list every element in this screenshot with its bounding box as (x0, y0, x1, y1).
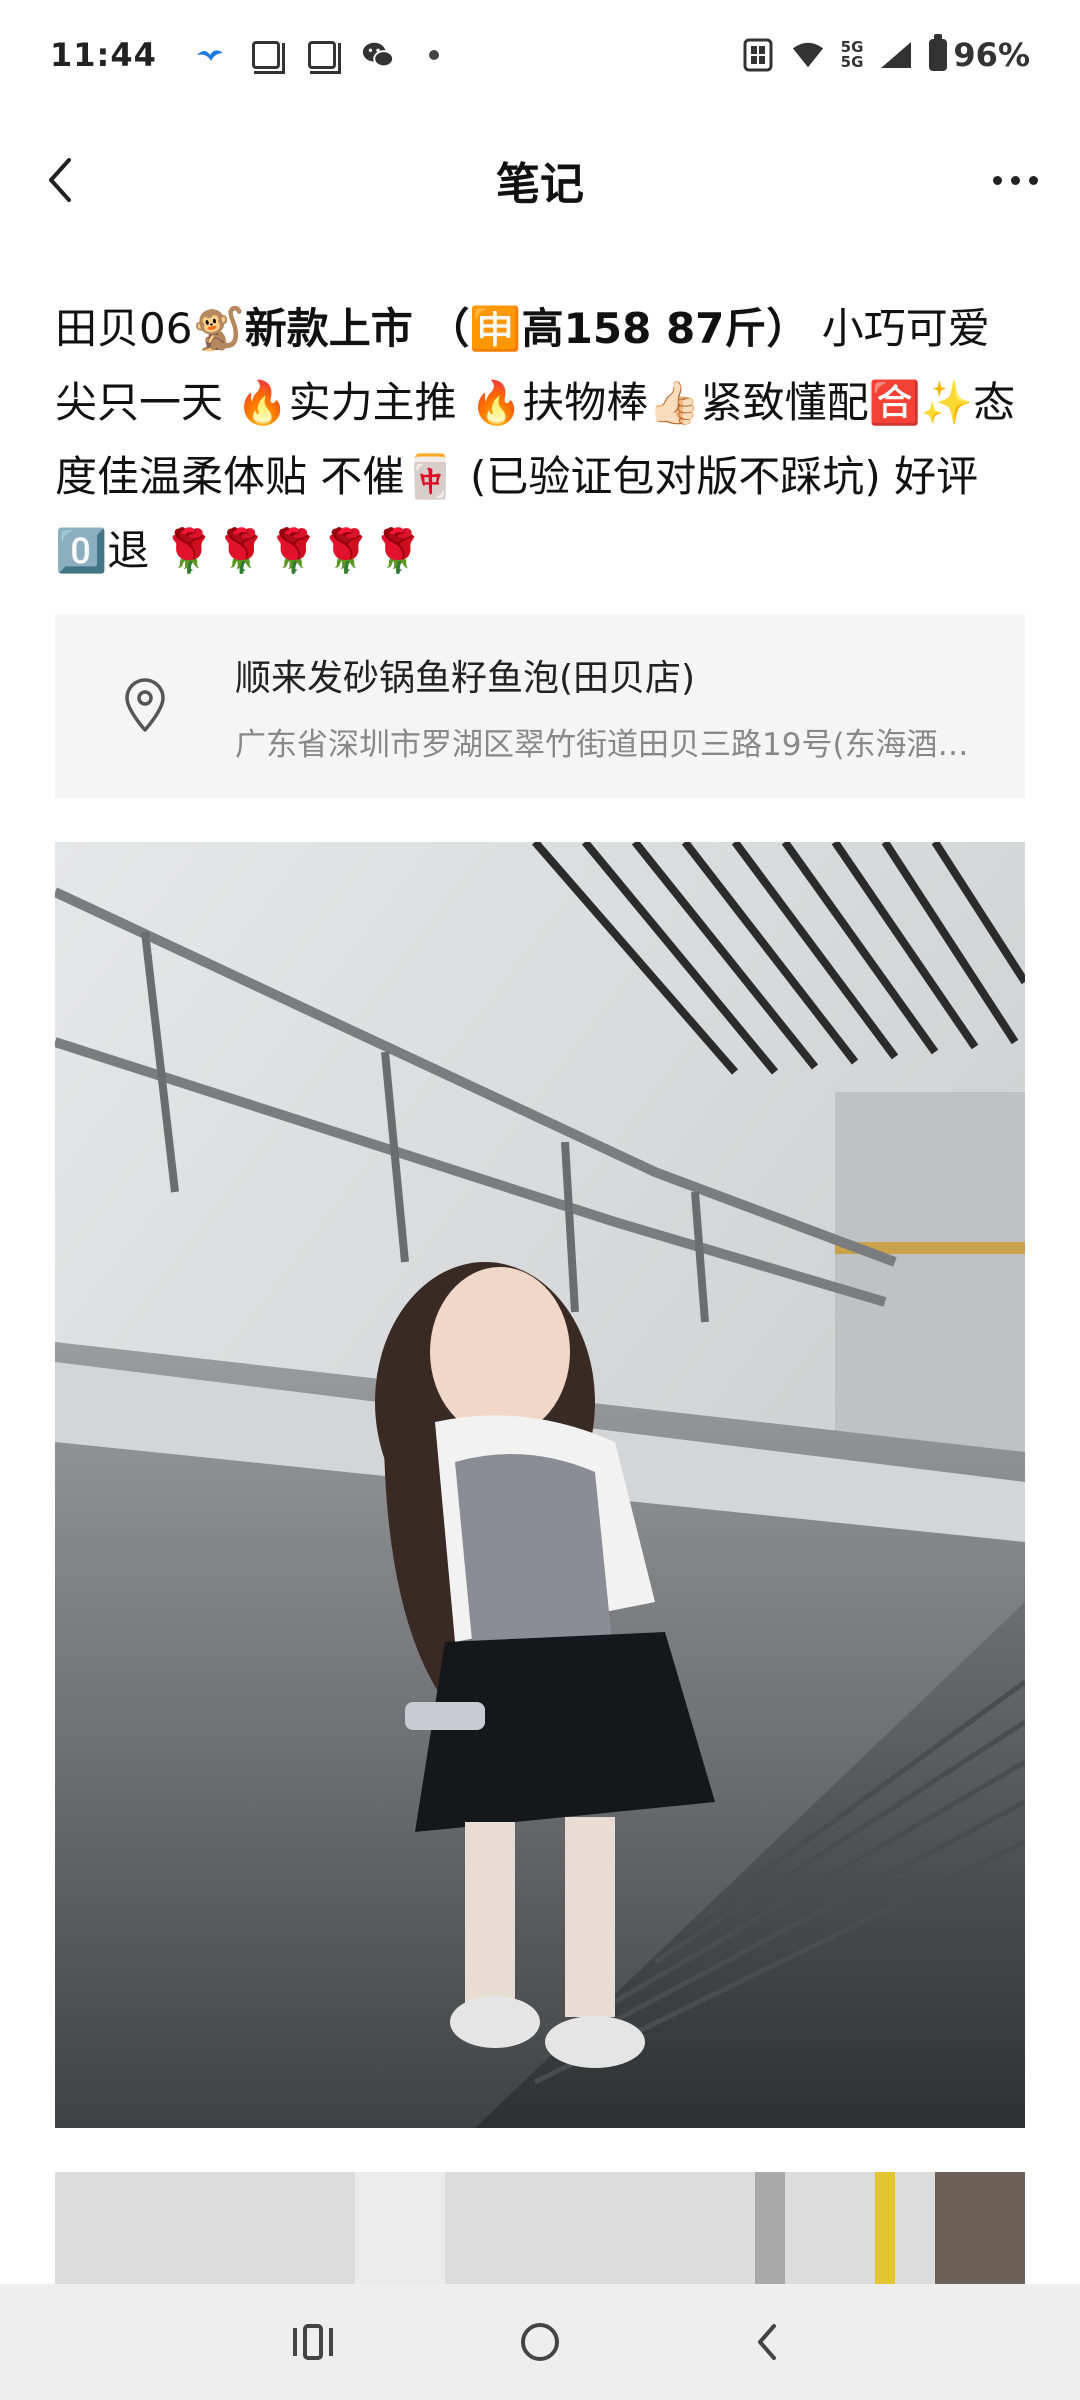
recent-apps-button[interactable] (268, 2302, 358, 2382)
dot-icon (417, 38, 451, 72)
back-icon (757, 2324, 776, 2360)
wifi-icon (791, 38, 825, 72)
home-icon (520, 2323, 559, 2361)
wechat-icon (361, 38, 395, 72)
system-back-button[interactable] (722, 2302, 812, 2382)
battery-icon (929, 34, 948, 71)
location-info: 顺来发砂锅鱼籽鱼泡(田贝店) 广东省深圳市罗湖区翠竹街道田贝三路19号(东海酒… (235, 649, 1005, 764)
location-name: 顺来发砂锅鱼籽鱼泡(田贝店) (235, 657, 696, 699)
copy-icon (249, 38, 285, 74)
location-address: 广东省深圳市罗湖区翠竹街道田贝三路19号(东海酒… (235, 726, 969, 763)
note-photo[interactable] (55, 842, 1025, 2128)
location-pin-icon (115, 671, 175, 741)
note-text-bold: 新款上市 （🈸高158 87斤） (244, 304, 809, 353)
note-photo-2[interactable] (55, 2172, 1025, 2292)
note-text-part: 田贝06🐒 (55, 304, 245, 353)
copy-icon (305, 38, 341, 74)
status-bar: 11:44 5G 5G 96% (0, 0, 1080, 110)
chevron-left-icon (49, 158, 71, 202)
more-dots-icon (992, 175, 1002, 185)
back-button[interactable] (30, 150, 90, 210)
top-app-bar: 笔记 (0, 120, 1080, 240)
home-button[interactable] (495, 2302, 585, 2382)
page-title: 笔记 (496, 159, 584, 210)
signal-icon (879, 38, 913, 72)
status-time: 11:44 (50, 36, 157, 74)
notification-icons (193, 38, 451, 74)
bird-icon (193, 38, 227, 72)
network-type: 5G 5G (840, 38, 864, 71)
status-right: 5G 5G 96% (741, 34, 1030, 74)
note-text: 田贝06🐒新款上市 （🈸高158 87斤） 小巧可爱 尖只一天 🔥实力主推 🔥扶… (55, 292, 1030, 588)
recent-apps-icon (293, 2324, 334, 2360)
more-options-button[interactable] (980, 150, 1050, 210)
battery-indicator: 96% (929, 34, 1030, 74)
nfc-icon (741, 38, 775, 72)
location-card[interactable]: 顺来发砂锅鱼籽鱼泡(田贝店) 广东省深圳市罗湖区翠竹街道田贝三路19号(东海酒… (55, 614, 1025, 798)
system-nav-bar (0, 2284, 1080, 2400)
